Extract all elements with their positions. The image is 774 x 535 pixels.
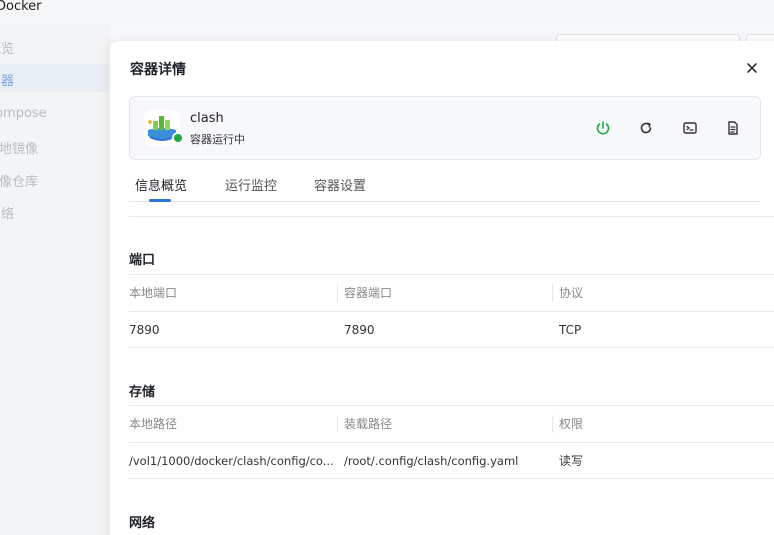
permission-value: 读写 [559, 454, 584, 468]
divider [129, 216, 774, 217]
container-port-value: 7890 [344, 323, 375, 337]
close-icon[interactable] [744, 61, 760, 77]
tab-monitoring[interactable]: 运行监控 [225, 175, 277, 194]
detail-tabs: 信息概览 运行监控 容器设置 [129, 171, 761, 202]
container-details-modal: 容器详情 clash 容器运行中 信息概览 运行监控 容器设置 端口 本地端口 … [110, 41, 774, 535]
storage-table: 本地路径 装载路径 权限 /vol1/1000/docker/clash/con… [129, 405, 774, 479]
sidebar-active-highlight [0, 64, 108, 92]
sidebar [0, 24, 110, 535]
network-section-title: 网络 [129, 516, 156, 531]
sidebar-item-overview[interactable]: 概览 [0, 38, 14, 57]
table-header-row: 本地端口 容器端口 协议 [129, 274, 774, 311]
header-local-path: 本地路径 [129, 417, 178, 431]
protocol-value: TCP [559, 323, 582, 337]
tab-overview[interactable]: 信息概览 [135, 175, 187, 194]
header-local-port: 本地端口 [129, 286, 178, 300]
container-status: 容器运行中 [190, 133, 245, 146]
running-status-dot [172, 132, 184, 144]
column-separator [552, 415, 553, 433]
power-icon[interactable] [594, 119, 612, 137]
sidebar-item-network[interactable]: 网络 [0, 203, 14, 222]
local-path-value: /vol1/1000/docker/clash/config/co... [129, 454, 334, 468]
ports-section-title: 端口 [129, 253, 156, 268]
table-row: /vol1/1000/docker/clash/config/co... /ro… [129, 442, 774, 479]
header-container-port: 容器端口 [344, 286, 393, 300]
ports-table: 本地端口 容器端口 协议 7890 7890 TCP [129, 274, 774, 348]
modal-title: 容器详情 [130, 62, 186, 78]
sidebar-item-compose[interactable]: Compose [0, 106, 47, 121]
app-titlebar: Docker [0, 0, 774, 24]
tab-settings[interactable]: 容器设置 [314, 175, 366, 194]
local-port-value: 7890 [129, 323, 160, 337]
container-name: clash [190, 111, 224, 126]
table-row: 7890 7890 TCP [129, 311, 774, 348]
column-separator [552, 284, 553, 302]
app-title: Docker [0, 0, 42, 14]
storage-section-title: 存储 [129, 385, 156, 400]
header-mount-path: 装载路径 [344, 417, 393, 431]
column-separator [337, 415, 338, 433]
log-icon[interactable] [724, 119, 742, 137]
sidebar-item-containers[interactable]: 容器 [0, 70, 14, 89]
table-header-row: 本地路径 装载路径 权限 [129, 405, 774, 442]
sidebar-item-registry[interactable]: 镜像仓库 [0, 171, 38, 190]
terminal-icon[interactable] [681, 119, 699, 137]
restart-icon[interactable] [637, 119, 655, 137]
header-protocol: 协议 [559, 286, 584, 300]
active-tab-indicator [149, 199, 171, 202]
header-permission: 权限 [559, 417, 584, 431]
column-separator [337, 284, 338, 302]
container-card: clash 容器运行中 [129, 96, 761, 160]
sidebar-item-local-images[interactable]: 本地镜像 [0, 138, 38, 157]
mount-path-value: /root/.config/clash/config.yaml [344, 454, 519, 468]
